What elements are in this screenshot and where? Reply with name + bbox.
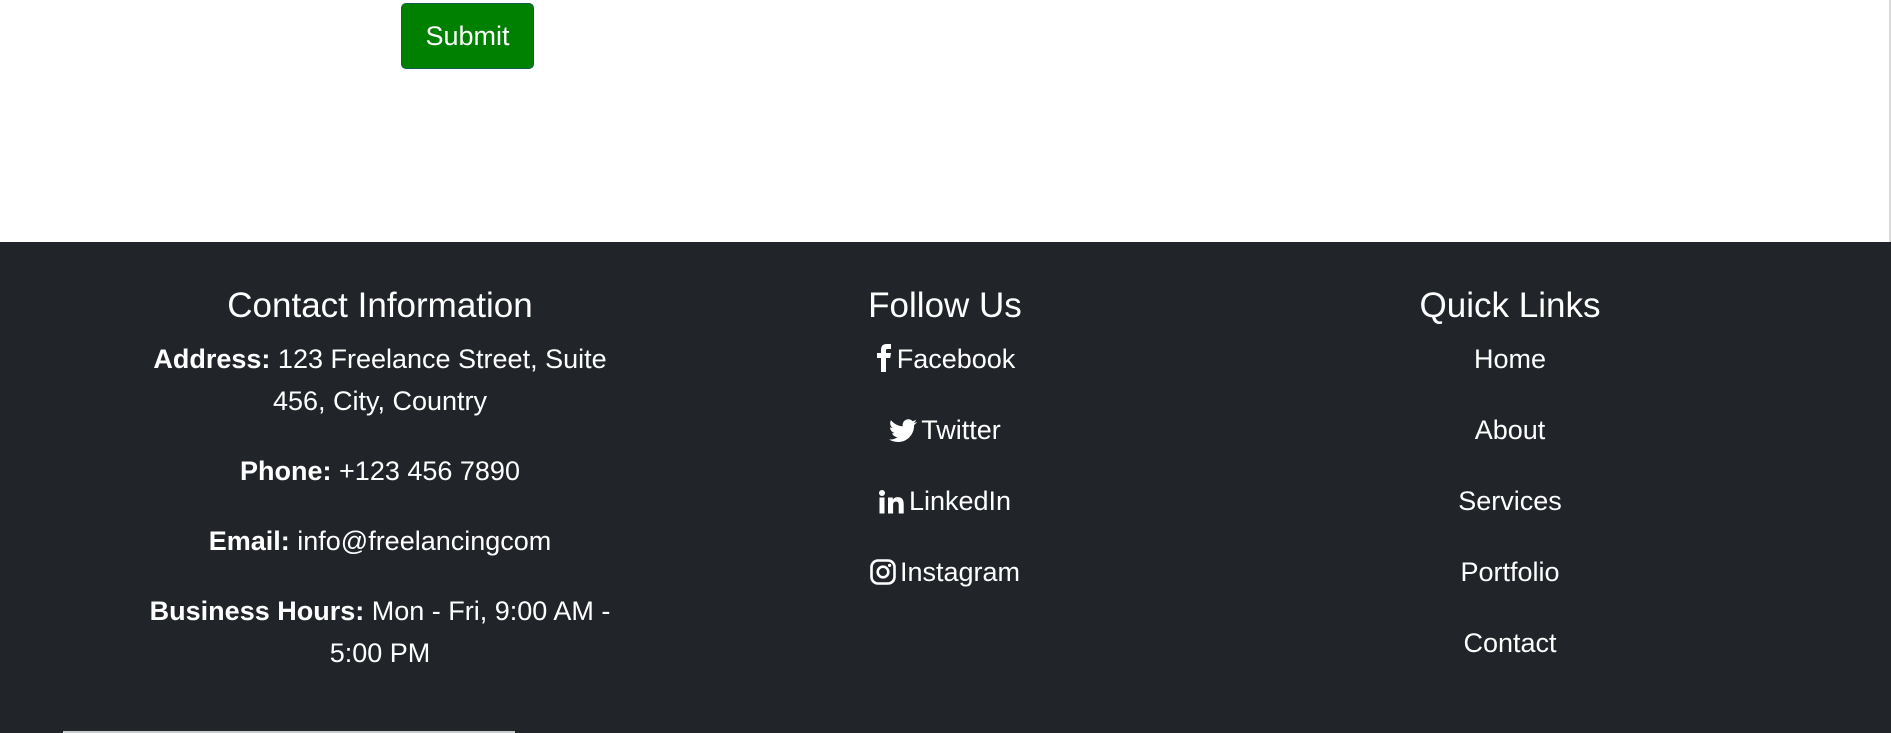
social-link-instagram[interactable]: Instagram xyxy=(745,551,1145,593)
address-label: Address: xyxy=(153,344,271,374)
quick-link-about[interactable]: About xyxy=(1310,409,1710,451)
phone-line: Phone: +123 456 7890 xyxy=(100,450,660,492)
social-label-linkedin: LinkedIn xyxy=(908,486,1012,516)
phone-value: +123 456 7890 xyxy=(339,456,520,486)
email-label: Email: xyxy=(208,526,290,556)
follow-column: Follow Us Facebook Twitter LinkedIn Inst… xyxy=(745,242,1145,622)
instagram-icon xyxy=(870,559,896,585)
submit-button[interactable]: Submit xyxy=(401,3,534,69)
quick-link-home[interactable]: Home xyxy=(1310,338,1710,380)
quick-link-portfolio[interactable]: Portfolio xyxy=(1310,551,1710,593)
social-link-facebook[interactable]: Facebook xyxy=(745,338,1145,380)
phone-label: Phone: xyxy=(240,456,332,486)
page: Submit Contact Information Address: 123 … xyxy=(0,0,1891,733)
form-area: Submit xyxy=(0,0,1891,242)
quick-links-heading: Quick Links xyxy=(1419,286,1601,325)
social-link-linkedin[interactable]: LinkedIn xyxy=(745,480,1145,522)
quick-link-services[interactable]: Services xyxy=(1310,480,1710,522)
email-line: Email: info@freelancingcom xyxy=(100,520,660,562)
facebook-icon xyxy=(875,344,893,372)
address-value: 123 Freelance Street, Suite 456, City, C… xyxy=(272,344,607,416)
social-label-twitter: Twitter xyxy=(921,415,1001,445)
hours-line: Business Hours: Mon - Fri, 9:00 AM - 5:0… xyxy=(100,590,660,674)
twitter-icon xyxy=(889,419,918,443)
quick-link-contact[interactable]: Contact xyxy=(1310,622,1710,664)
contact-heading: Contact Information xyxy=(227,286,533,325)
social-label-instagram: Instagram xyxy=(899,557,1021,587)
follow-heading: Follow Us xyxy=(868,286,1022,325)
social-link-twitter[interactable]: Twitter xyxy=(745,409,1145,451)
email-value: info@freelancingcom xyxy=(297,526,552,556)
hours-label: Business Hours: xyxy=(149,596,365,626)
contact-column: Contact Information Address: 123 Freelan… xyxy=(100,242,660,702)
linkedin-icon xyxy=(878,490,905,514)
address-line: Address: 123 Freelance Street, Suite 456… xyxy=(100,338,660,422)
social-label-facebook: Facebook xyxy=(896,344,1016,374)
footer: Contact Information Address: 123 Freelan… xyxy=(0,242,1891,733)
quick-links-column: Quick Links Home About Services Portfoli… xyxy=(1310,242,1710,693)
hours-value: Mon - Fri, 9:00 AM - 5:00 PM xyxy=(329,596,611,668)
